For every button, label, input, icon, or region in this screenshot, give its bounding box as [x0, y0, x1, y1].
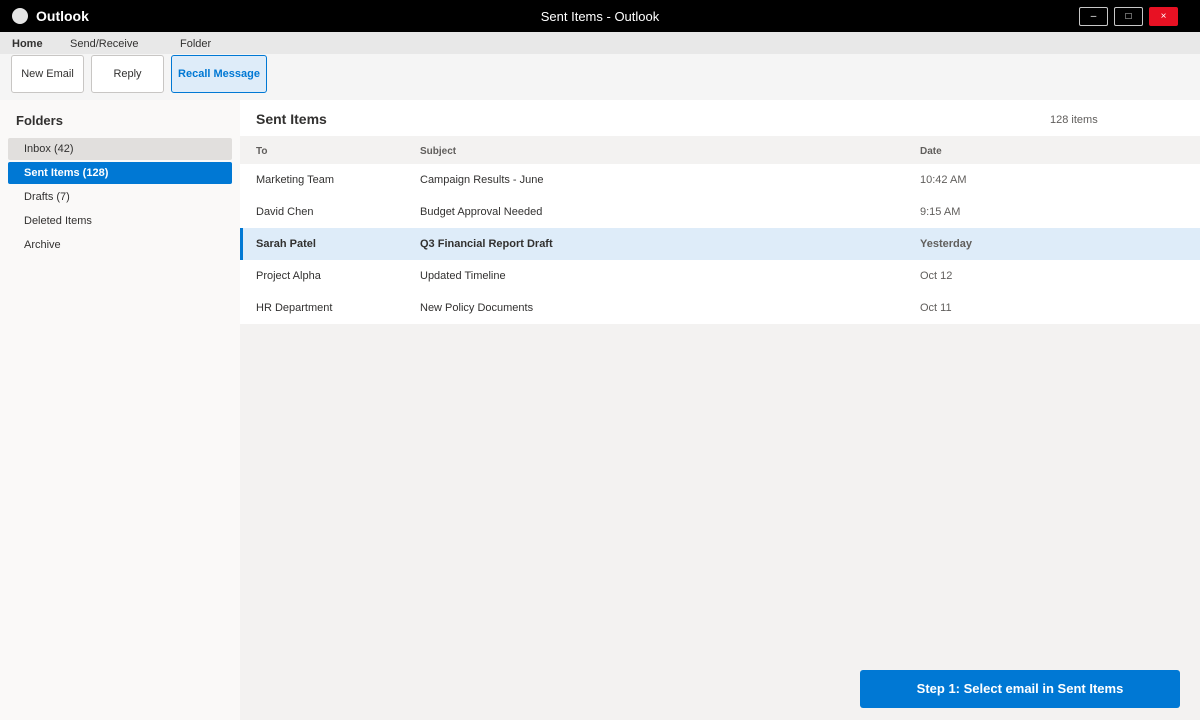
tab-folder[interactable]: Folder	[180, 38, 211, 50]
tab-home[interactable]: Home	[12, 38, 43, 50]
message-subject: Budget Approval Needed	[420, 206, 543, 218]
column-header-date[interactable]: Date	[920, 146, 942, 157]
column-header-subject[interactable]: Subject	[420, 146, 456, 157]
message-date: 9:15 AM	[920, 206, 961, 218]
message-to: HR Department	[256, 302, 333, 314]
recall-message-button[interactable]: Recall Message	[171, 55, 267, 93]
message-subject: New Policy Documents	[420, 302, 534, 314]
maximize-button[interactable]: □	[1114, 7, 1143, 26]
column-header-to[interactable]: To	[256, 146, 267, 157]
message-row[interactable]: Marketing Team Campaign Results - June 1…	[240, 164, 1200, 196]
sidebar-item-sent-items[interactable]: Sent Items (128)	[8, 162, 232, 184]
message-subject: Q3 Financial Report Draft	[420, 238, 553, 250]
sidebar-item-deleted-items[interactable]: Deleted Items	[8, 210, 232, 232]
message-subject: Campaign Results - June	[420, 174, 544, 186]
folders-heading: Folders	[16, 113, 63, 128]
page-title: Sent Items	[256, 111, 327, 127]
message-date: 10:42 AM	[920, 174, 967, 186]
list-header: Sent Items 128 items	[240, 100, 1200, 136]
tab-send-receive[interactable]: Send/Receive	[70, 38, 139, 50]
message-to: David Chen	[256, 206, 314, 218]
message-row-selected[interactable]: Sarah Patel Q3 Financial Report Draft Ye…	[240, 228, 1200, 260]
message-row[interactable]: HR Department New Policy Documents Oct 1…	[240, 292, 1200, 324]
close-button[interactable]: ×	[1149, 7, 1178, 26]
folder-pane: Folders Inbox (42) Sent Items (128) Draf…	[0, 100, 240, 720]
window-title: Sent Items - Outlook	[540, 9, 660, 24]
column-headers: To Subject Date	[240, 136, 1200, 164]
message-date: Oct 12	[920, 270, 953, 282]
ribbon-toolbar: New Email Reply Recall Message	[0, 54, 1200, 100]
message-to: Project Alpha	[256, 270, 321, 282]
item-count: 128 items	[1050, 114, 1098, 126]
message-date: Oct 11	[920, 302, 952, 314]
message-subject: Updated Timeline	[420, 270, 506, 282]
message-list-pane: Sent Items 128 items To Subject Date Mar…	[240, 100, 1200, 720]
message-date: Yesterday	[920, 238, 972, 250]
message-rows: Marketing Team Campaign Results - June 1…	[240, 164, 1200, 324]
message-row[interactable]: Project Alpha Updated Timeline Oct 12	[240, 260, 1200, 292]
new-email-button[interactable]: New Email	[11, 55, 84, 93]
reply-button[interactable]: Reply	[91, 55, 164, 93]
message-row[interactable]: David Chen Budget Approval Needed 9:15 A…	[240, 196, 1200, 228]
minimize-button[interactable]: –	[1079, 7, 1108, 26]
sidebar-item-archive[interactable]: Archive	[8, 234, 232, 256]
sidebar-item-inbox[interactable]: Inbox (42)	[8, 138, 232, 160]
ribbon-tabs: Home Send/Receive Folder	[0, 32, 1200, 54]
sidebar-item-drafts[interactable]: Drafts (7)	[8, 186, 232, 208]
title-bar: Outlook Sent Items - Outlook – □ ×	[0, 0, 1200, 32]
step-instruction-banner: Step 1: Select email in Sent Items	[860, 670, 1180, 708]
message-to: Sarah Patel	[256, 238, 316, 250]
message-to: Marketing Team	[256, 174, 335, 186]
